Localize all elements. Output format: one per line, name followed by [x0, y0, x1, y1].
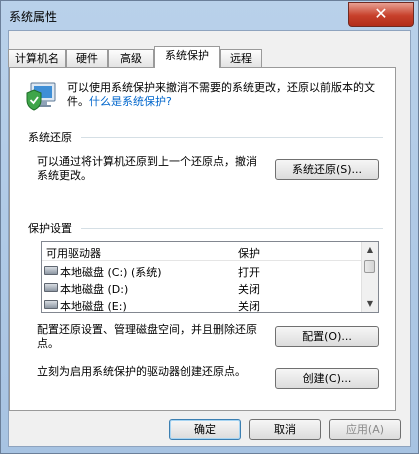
- tab-system-protection[interactable]: 系统保护: [154, 46, 220, 68]
- system-restore-description: 可以通过将计算机还原到上一个还原点，撤消系统更改。: [37, 155, 257, 182]
- tab-computer-name[interactable]: 计算机名: [8, 49, 66, 67]
- tab-hardware[interactable]: 硬件: [66, 49, 108, 67]
- drive-protection-status: 打开: [238, 266, 260, 279]
- close-icon: ✕: [374, 4, 388, 23]
- ok-button[interactable]: 确定: [169, 419, 241, 440]
- tab-remote[interactable]: 远程: [220, 49, 262, 67]
- section-divider: [81, 228, 383, 229]
- column-header-drive[interactable]: 可用驱动器: [46, 245, 101, 261]
- drive-protection-status: 关闭: [238, 283, 260, 296]
- hard-drive-icon: [44, 283, 58, 292]
- section-divider: [81, 137, 383, 138]
- close-button[interactable]: ✕: [348, 2, 414, 27]
- system-protection-icon: [26, 82, 56, 111]
- drive-name: 本地磁盘 (E:): [60, 300, 127, 313]
- drive-list[interactable]: 可用驱动器 保护 本地磁盘 (C:) (系统) 打开 本地磁盘 (D:) 关闭 …: [41, 241, 379, 313]
- system-restore-button[interactable]: 系统还原(S)...: [275, 159, 379, 180]
- drive-name: 本地磁盘 (C:) (系统): [60, 266, 162, 279]
- drive-list-header: 可用驱动器 保护: [42, 242, 362, 261]
- drive-row[interactable]: 本地磁盘 (D:) 关闭: [42, 279, 362, 296]
- drive-row[interactable]: 本地磁盘 (E:) 关闭: [42, 296, 362, 313]
- create-description: 立刻为启用系统保护的驱动器创建还原点。: [37, 365, 246, 378]
- apply-button[interactable]: 应用(A): [329, 419, 401, 440]
- scroll-thumb[interactable]: [364, 260, 375, 273]
- tab-advanced[interactable]: 高级: [108, 49, 154, 67]
- intro-text: 可以使用系统保护来撤消不需要的系统更改，还原以前版本的文件。什么是系统保护?: [67, 81, 375, 108]
- title-bar[interactable]: 系统属性 ✕: [1, 1, 418, 29]
- column-header-protection[interactable]: 保护: [238, 245, 260, 261]
- hard-drive-icon: [44, 266, 58, 275]
- drive-name: 本地磁盘 (D:): [60, 283, 129, 296]
- drive-protection-status: 关闭: [238, 300, 260, 313]
- create-button[interactable]: 创建(C)...: [275, 368, 379, 389]
- window-title: 系统属性: [9, 10, 58, 24]
- tab-panel: [9, 67, 396, 411]
- what-is-system-protection-link[interactable]: 什么是系统保护?: [89, 95, 172, 108]
- scroll-down-arrow-icon[interactable]: ▼: [362, 296, 378, 312]
- system-properties-window: 系统属性 ✕ 计算机名 硬件 高级 系统保护 远程 可以使用系统保护来撤消不需要…: [0, 0, 419, 454]
- scroll-up-arrow-icon[interactable]: ▲: [362, 242, 378, 258]
- drive-row[interactable]: 本地磁盘 (C:) (系统) 打开: [42, 262, 362, 279]
- system-restore-section-label: 系统还原: [28, 129, 76, 145]
- configure-button[interactable]: 配置(O)...: [275, 326, 379, 347]
- hard-drive-icon: [44, 300, 58, 309]
- drive-list-scrollbar[interactable]: ▲ ▼: [361, 242, 378, 312]
- configure-description: 配置还原设置、管理磁盘空间，并且删除还原点。: [37, 323, 257, 350]
- protection-settings-section-label: 保护设置: [28, 220, 76, 236]
- cancel-button[interactable]: 取消: [249, 419, 321, 440]
